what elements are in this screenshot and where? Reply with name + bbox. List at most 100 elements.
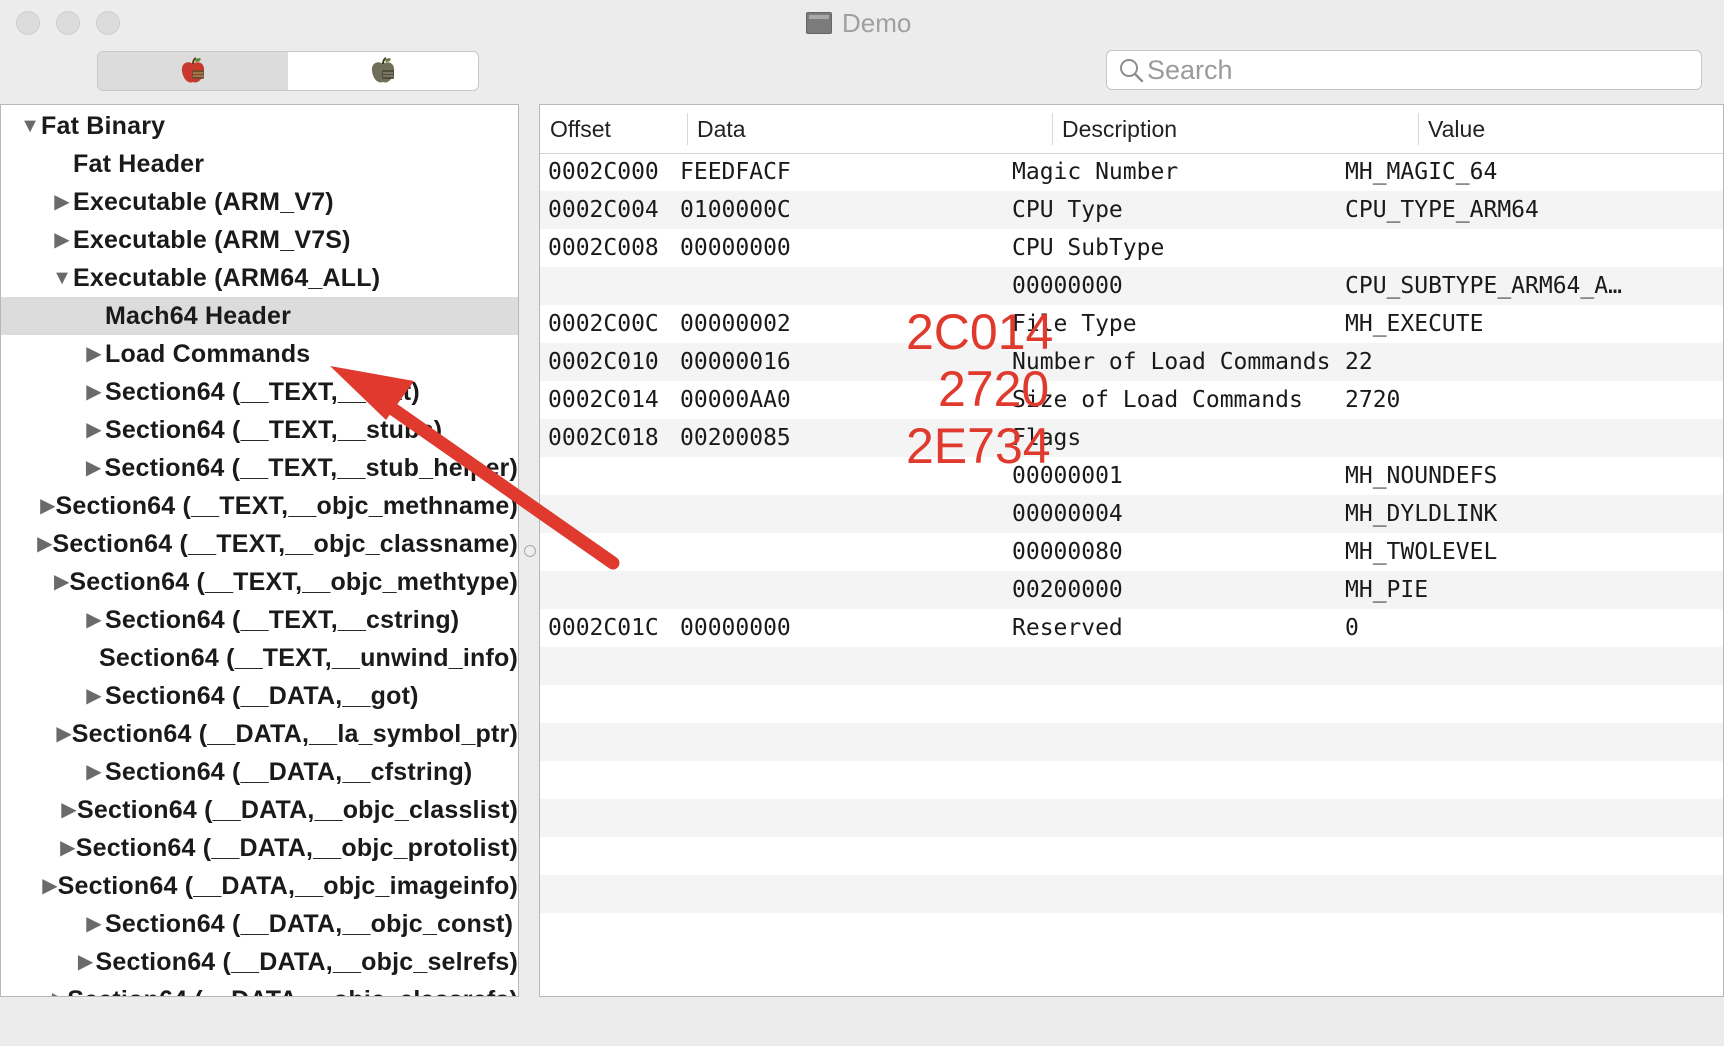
table-header: Offset Data Description Value (540, 105, 1723, 154)
outline-item[interactable]: ▶ Executable (ARM_V7S) (1, 221, 518, 259)
table-row[interactable]: 0002C014 00000AA0 Size of Load Commands 272… (540, 381, 1723, 419)
outline-item[interactable]: ▶ Section64 (__DATA,__got) (1, 677, 518, 715)
empty-table-row[interactable] (540, 723, 1723, 761)
disclosure-collapsed-icon[interactable]: ▶ (83, 753, 105, 791)
outline-item[interactable]: ▶ Section64 (__TEXT,__stubs) (1, 411, 518, 449)
table-row[interactable]: 0002C000 FEEDFACF Magic Number MH_MAGIC_64 (540, 153, 1723, 191)
disclosure-collapsed-icon[interactable]: ▶ (56, 715, 71, 753)
disclosure-collapsed-icon[interactable]: ▶ (52, 981, 67, 996)
description-cell: Reserved (1012, 615, 1123, 641)
disclosure-collapsed-icon[interactable]: ▶ (60, 829, 76, 867)
data-cell (680, 533, 1010, 571)
disclosure-collapsed-icon[interactable]: ▶ (83, 449, 105, 487)
search-field[interactable] (1106, 50, 1702, 90)
detail-table: Offset Data Description Value 0002C000 FE… (539, 104, 1724, 997)
table-row[interactable]: 00000001 MH_NOUNDEFS (540, 457, 1723, 495)
search-input[interactable] (1145, 54, 1687, 86)
disclosure-collapsed-icon[interactable]: ▶ (51, 221, 73, 259)
column-header-value[interactable]: Value (1428, 105, 1485, 153)
column-header-offset[interactable]: Offset (550, 105, 611, 153)
table-row[interactable]: 0002C01C 00000000 Reserved 0 (540, 609, 1723, 647)
outline-item[interactable]: ▶ Section64 (__TEXT,__objc_classname) (1, 525, 518, 563)
outline-item-label: Section64 (__DATA,__la_symbol_ptr) (71, 719, 518, 748)
table-row[interactable]: 0002C00C 00000002 File Type MH_EXECUTE (540, 305, 1723, 343)
value-cell (1345, 229, 1715, 267)
outline-item[interactable]: ▶ Section64 (__DATA,__objc_classlist) (1, 791, 518, 829)
table-row[interactable]: 00000000 CPU_SUBTYPE_ARM64_A… (540, 267, 1723, 305)
outline-item[interactable]: Section64 (__TEXT,__unwind_info) (1, 639, 518, 677)
outline-item-label: Executable (ARM64_ALL) (73, 263, 381, 292)
empty-table-row[interactable] (540, 837, 1723, 875)
table-row[interactable]: 0002C018 00200085 Flags (540, 419, 1723, 457)
outline-item[interactable]: ▶ Section64 (__TEXT,__objc_methtype) (1, 563, 518, 601)
table-row[interactable]: 0002C010 00000016 Number of Load Commands 2… (540, 343, 1723, 381)
disclosure-collapsed-icon[interactable]: ▶ (61, 791, 77, 829)
empty-table-row[interactable] (540, 685, 1723, 723)
outline-item[interactable]: ▶ Section64 (__TEXT,__stub_helper) (1, 449, 518, 487)
outline-item[interactable]: ▶ Section64 (__TEXT,__cstring) (1, 601, 518, 639)
column-header-data[interactable]: Data (697, 105, 746, 153)
disclosure-collapsed-icon[interactable]: ▶ (54, 563, 69, 601)
disclosure-expanded-icon[interactable]: ▼ (51, 259, 73, 297)
raw-view-segment[interactable] (98, 52, 288, 90)
disclosure-collapsed-icon[interactable]: ▶ (76, 943, 96, 981)
description-cell: File Type (1012, 311, 1137, 337)
table-row[interactable]: 00000004 MH_DYLDLINK (540, 495, 1723, 533)
empty-table-row[interactable] (540, 761, 1723, 799)
disclosure-collapsed-icon[interactable]: ▶ (83, 411, 105, 449)
outline-item[interactable]: ▶Section64 (__DATA,__objc_classrefs) (1, 981, 518, 997)
split-view-divider-handle[interactable] (524, 545, 536, 557)
description-cell: Number of Load Commands (1012, 349, 1331, 375)
empty-table-row[interactable] (540, 799, 1723, 837)
outline-item[interactable]: ▶ Section64 (__DATA,__objc_imageinfo) (1, 867, 518, 905)
table-row[interactable]: 00200000 MH_PIE (540, 571, 1723, 609)
disclosure-collapsed-icon[interactable]: ▶ (51, 183, 73, 221)
table-row[interactable]: 0002C008 00000000 CPU SubType (540, 229, 1723, 267)
outline-item[interactable]: ▶ Load Commands (1, 335, 518, 373)
disclosure-collapsed-icon[interactable]: ▶ (83, 601, 105, 639)
value-cell: MH_TWOLEVEL (1345, 539, 1498, 565)
annotation-label: 2C014 (906, 304, 1054, 360)
outline-item[interactable]: ▼ Executable (ARM64_ALL) (1, 259, 518, 297)
offset-cell: 0002C00C (548, 311, 659, 337)
disclosure-collapsed-icon[interactable]: ▶ (83, 373, 105, 411)
outline-item[interactable]: ▶ Section64 (__DATA,__objc_protolist) (1, 829, 518, 867)
offset-cell: 0002C010 (548, 349, 659, 375)
outline-item[interactable]: ▶ Section64 (__DATA,__objc_const) (1, 905, 518, 943)
red-apple-icon (181, 57, 205, 83)
outline-item[interactable]: ▶ Executable (ARM_V7) (1, 183, 518, 221)
outline-item[interactable]: ▶ Section64 (__DATA,__cfstring) (1, 753, 518, 791)
empty-table-row[interactable] (540, 647, 1723, 685)
column-header-description[interactable]: Description (1062, 105, 1177, 153)
disclosure-collapsed-icon[interactable]: ▶ (42, 867, 57, 905)
outline-item[interactable]: ▶ Section64 (__TEXT,__text) (1, 373, 518, 411)
table-row[interactable]: 0002C004 0100000C CPU Type CPU_TYPE_ARM64 (540, 191, 1723, 229)
outline-item[interactable]: ▶ Section64 (__TEXT,__objc_methname) (1, 487, 518, 525)
description-cell: Size of Load Commands (1012, 387, 1303, 413)
data-cell: 00000000 (680, 235, 791, 261)
structure-outline: ▼ Fat Binary Fat Header ▶ Executable (ARM_V7… (0, 104, 519, 997)
minimize-window-button[interactable] (56, 11, 80, 35)
empty-table-row[interactable] (540, 875, 1723, 913)
disclosure-collapsed-icon[interactable]: ▶ (83, 335, 105, 373)
close-window-button[interactable] (16, 11, 40, 35)
disclosure-collapsed-icon[interactable]: ▶ (37, 525, 52, 563)
disclosure-collapsed-icon[interactable]: ▶ (83, 905, 105, 943)
disclosure-collapsed-icon[interactable]: ▶ (40, 487, 55, 525)
outline-item[interactable]: Mach64 Header (1, 297, 518, 335)
value-cell: 22 (1345, 349, 1373, 375)
empty-table-row[interactable] (540, 913, 1723, 951)
disclosure-collapsed-icon[interactable]: ▶ (83, 677, 105, 715)
table-row[interactable]: 00000080 MH_TWOLEVEL (540, 533, 1723, 571)
outline-item[interactable]: Fat Header (1, 145, 518, 183)
outline-item-label: Executable (ARM_V7) (73, 187, 334, 216)
mapped-view-segment[interactable] (288, 52, 478, 90)
zoom-window-button[interactable] (96, 11, 120, 35)
outline-item[interactable]: ▶ Section64 (__DATA,__objc_selrefs) (1, 943, 518, 981)
offset-cell: 0002C000 (548, 159, 659, 185)
outline-item[interactable]: ▼ Fat Binary (1, 107, 518, 145)
outline-item[interactable]: ▶ Section64 (__DATA,__la_symbol_ptr) (1, 715, 518, 753)
outline-item-label: Section64 (__DATA,__objc_classrefs) (67, 986, 518, 997)
disclosure-expanded-icon[interactable]: ▼ (19, 107, 41, 145)
data-cell: 0100000C (680, 197, 791, 223)
